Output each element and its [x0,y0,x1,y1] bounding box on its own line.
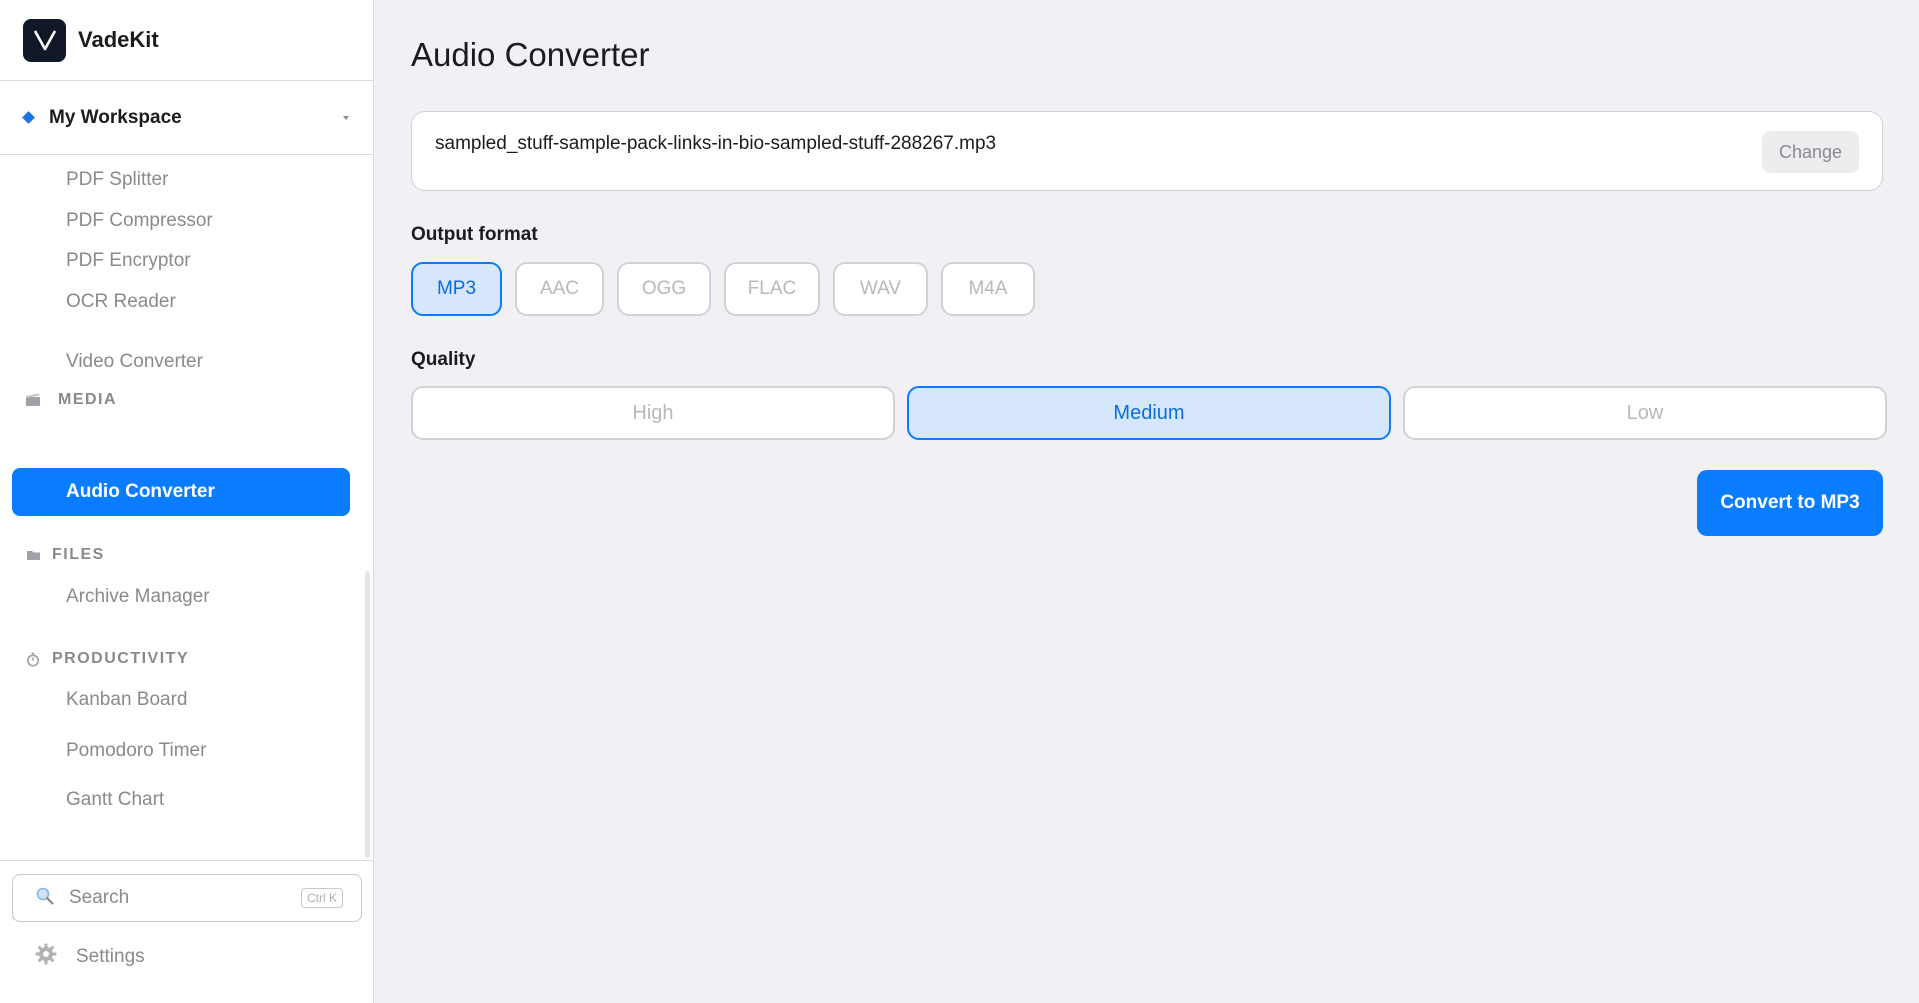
sidebar-nav: PDF Splitter PDF Compressor PDF Encrypto… [0,156,374,860]
clapperboard-icon [24,391,42,409]
format-option-aac[interactable]: AAC [515,262,604,316]
output-format-label: Output format [411,224,538,245]
quality-option-medium[interactable]: Medium [907,386,1391,440]
nav-section-files: FILES [24,541,105,569]
main-content: Audio Converter sampled_stuff-sample-pac… [374,0,1919,1003]
selected-file-card: sampled_stuff-sample-pack-links-in-bio-s… [411,111,1883,191]
search-icon [35,886,55,911]
output-format-options: MP3 AAC OGG FLAC WAV M4A [411,262,1035,316]
gear-icon [34,942,58,972]
format-option-mp3[interactable]: MP3 [411,262,502,316]
quality-option-low[interactable]: Low [1403,386,1887,440]
search-input[interactable]: Search Ctrl K [12,874,362,922]
sidebar: VadeKit My Workspace PDF Splitter PDF Co… [0,0,374,1003]
stopwatch-icon [24,650,42,668]
nav-section-label: FILES [52,546,105,563]
chevron-down-icon [343,115,349,120]
workspace-name: My Workspace [49,106,182,128]
format-option-wav[interactable]: WAV [833,262,928,316]
sidebar-scrollbar[interactable] [365,571,370,858]
format-option-m4a[interactable]: M4A [941,262,1035,316]
nav-item-kanban-board[interactable]: Kanban Board [12,676,350,724]
format-option-flac[interactable]: FLAC [724,262,820,316]
convert-button[interactable]: Convert to MP3 [1697,470,1883,536]
search-shortcut-badge: Ctrl K [301,888,343,908]
app-logo-icon [23,18,66,62]
nav-section-productivity: PRODUCTIVITY [24,645,189,673]
sidebar-footer: Search Ctrl K Settings [0,860,374,1003]
settings-link[interactable]: Settings [34,941,145,973]
app-name: VadeKit [78,27,159,52]
workspace-diamond-icon [22,111,35,124]
nav-item-video-converter[interactable]: Video Converter [12,338,350,386]
nav-item-gantt-chart[interactable]: Gantt Chart [12,776,350,824]
nav-section-label: PRODUCTIVITY [52,650,190,667]
search-placeholder: Search [69,887,130,908]
folder-icon [24,546,42,564]
nav-item-audio-converter[interactable]: Audio Converter [12,468,350,516]
quality-option-high[interactable]: High [411,386,895,440]
nav-item-ocr-reader[interactable]: OCR Reader [12,278,350,326]
page-title: Audio Converter [411,36,650,73]
nav-item-pomodoro-timer[interactable]: Pomodoro Timer [12,727,350,775]
file-name: sampled_stuff-sample-pack-links-in-bio-s… [435,133,997,154]
nav-item-archive-manager[interactable]: Archive Manager [12,573,350,621]
nav-section-label: MEDIA [58,391,118,408]
app-window: VadeKit My Workspace PDF Splitter PDF Co… [0,0,1919,1003]
change-file-button[interactable]: Change [1762,131,1859,173]
quality-label: Quality [411,349,476,370]
brand-header[interactable]: VadeKit [0,0,373,81]
settings-label: Settings [76,946,145,967]
quality-options: High Medium Low [411,386,1887,440]
format-option-ogg[interactable]: OGG [617,262,711,316]
workspace-switcher[interactable]: My Workspace [0,81,373,155]
nav-section-media: MEDIA [24,386,117,414]
